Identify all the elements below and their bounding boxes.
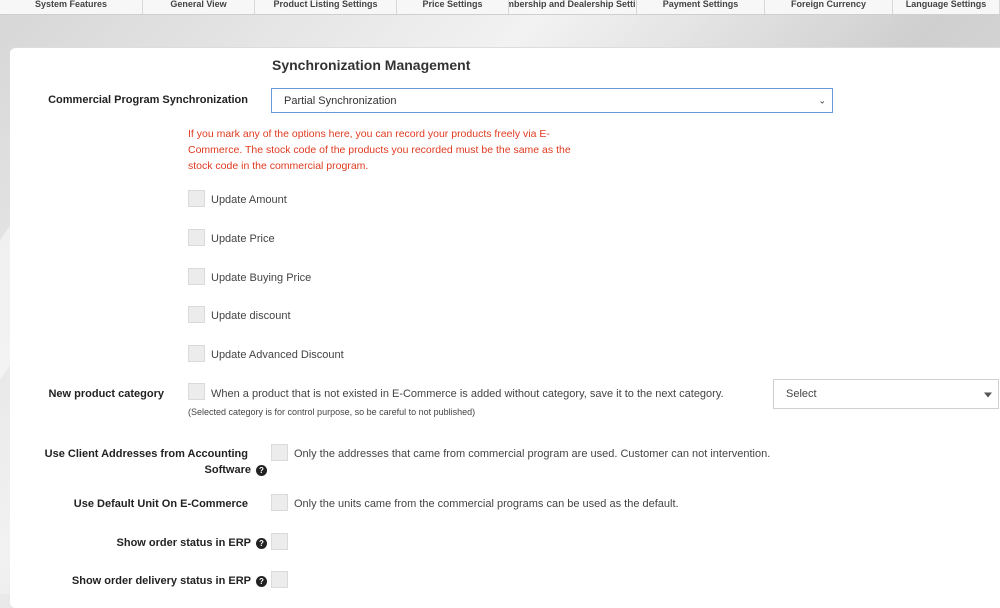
question-circle-icon[interactable]: ? bbox=[256, 575, 267, 587]
tab-membership-dealership-settings[interactable]: Membership and Dealership Settings bbox=[509, 0, 637, 14]
client-addresses-label-text: Software bbox=[204, 464, 251, 476]
order-status-checkbox[interactable] bbox=[271, 533, 288, 550]
order-status-label: Show order status in ERP? bbox=[20, 537, 267, 549]
update-discount-label: Update discount bbox=[211, 310, 291, 322]
update-buying-price-checkbox[interactable] bbox=[188, 268, 205, 285]
new-category-text: When a product that is not existed in E-… bbox=[211, 388, 724, 400]
question-circle-icon[interactable]: ? bbox=[256, 537, 267, 549]
new-category-checkbox[interactable] bbox=[188, 383, 205, 400]
update-price-checkbox[interactable] bbox=[188, 229, 205, 246]
tab-product-listing-settings[interactable]: Product Listing Settings bbox=[255, 0, 397, 14]
update-price-label: Update Price bbox=[211, 233, 275, 245]
sync-mode-value: Partial Synchronization bbox=[284, 94, 397, 107]
update-amount-label: Update Amount bbox=[211, 194, 287, 206]
settings-tabs: System Features General View Product Lis… bbox=[0, 0, 1000, 15]
default-unit-text: Only the units came from the commercial … bbox=[294, 498, 679, 510]
tab-system-features[interactable]: System Features bbox=[0, 0, 143, 14]
client-addresses-label-line1: Use Client Addresses from Accounting bbox=[44, 448, 248, 460]
tab-language-settings[interactable]: Language Settings bbox=[893, 0, 1000, 14]
order-status-label-text: Show order status in ERP bbox=[116, 537, 251, 549]
sync-label: Commercial Program Synchronization bbox=[48, 94, 248, 106]
client-addresses-checkbox[interactable] bbox=[271, 444, 288, 461]
tab-payment-settings[interactable]: Payment Settings bbox=[637, 0, 765, 14]
delivery-status-label: Show order delivery status in ERP? bbox=[20, 575, 267, 587]
delivery-status-checkbox[interactable] bbox=[271, 571, 288, 588]
warning-line: Commerce. The stock code of the products… bbox=[188, 144, 571, 156]
default-unit-label: Use Default Unit On E-Commerce bbox=[73, 498, 248, 510]
tab-general-view[interactable]: General View bbox=[143, 0, 255, 14]
category-select[interactable]: Select bbox=[773, 379, 999, 409]
chevron-down-icon: ⌄ bbox=[818, 95, 826, 105]
update-discount-checkbox[interactable] bbox=[188, 306, 205, 323]
sync-warning: If you mark any of the options here, you… bbox=[188, 126, 608, 174]
update-advanced-discount-label: Update Advanced Discount bbox=[211, 349, 344, 361]
client-addresses-text: Only the addresses that came from commer… bbox=[294, 448, 771, 460]
update-buying-price-label: Update Buying Price bbox=[211, 272, 312, 284]
update-amount-checkbox[interactable] bbox=[188, 190, 205, 207]
tab-foreign-currency[interactable]: Foreign Currency bbox=[765, 0, 893, 14]
tab-price-settings[interactable]: Price Settings bbox=[397, 0, 509, 14]
section-title: Synchronization Management bbox=[272, 57, 471, 73]
question-circle-icon[interactable]: ? bbox=[256, 464, 267, 476]
default-unit-checkbox[interactable] bbox=[271, 494, 288, 511]
delivery-status-label-text: Show order delivery status in ERP bbox=[71, 575, 251, 587]
sync-mode-select[interactable]: Partial Synchronization ⌄ bbox=[271, 88, 833, 113]
category-select-value: Select bbox=[786, 388, 817, 400]
warning-line: stock code in the commercial program. bbox=[188, 160, 369, 172]
client-addresses-label-line2: Software? bbox=[20, 464, 267, 476]
new-category-label: New product category bbox=[48, 388, 164, 400]
update-advanced-discount-checkbox[interactable] bbox=[188, 345, 205, 362]
new-category-note: (Selected category is for control purpos… bbox=[188, 407, 476, 417]
caret-down-icon bbox=[984, 392, 992, 398]
warning-line: If you mark any of the options here, you… bbox=[188, 128, 550, 140]
